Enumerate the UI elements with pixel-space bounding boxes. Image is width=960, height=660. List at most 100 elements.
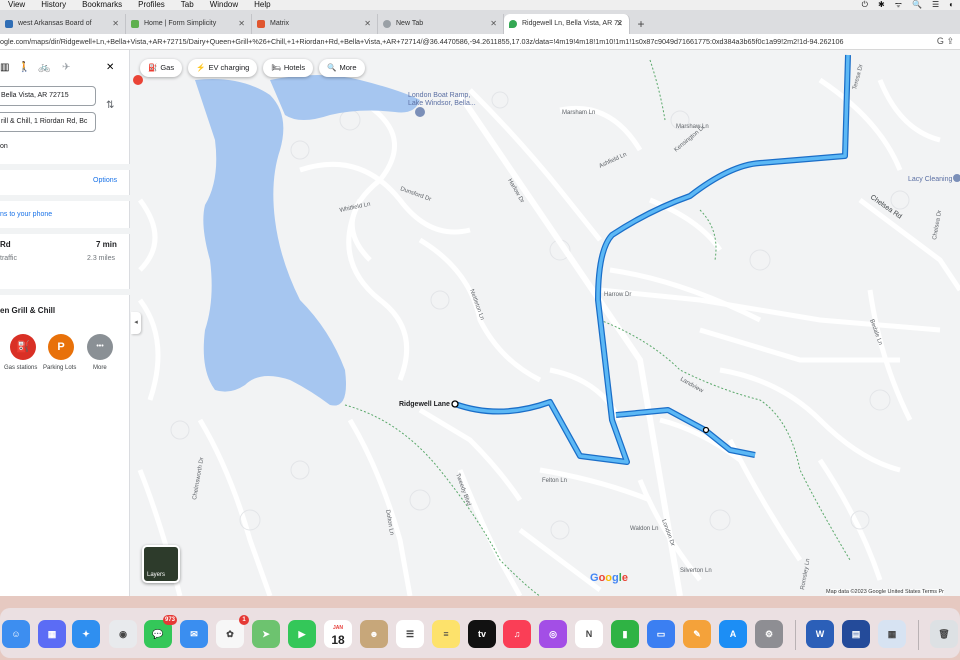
menu-view[interactable]: View [8, 0, 25, 10]
chip-hotels[interactable]: 🛏 Hotels [263, 59, 314, 77]
safari-icon[interactable]: ✦ [72, 620, 100, 648]
nearby-label-more[interactable]: More [93, 365, 107, 371]
menu-tab[interactable]: Tab [181, 0, 194, 10]
contacts-icon[interactable]: ☻ [360, 620, 388, 648]
menu-window[interactable]: Window [210, 0, 238, 10]
more-icon[interactable]: ••• [87, 334, 113, 360]
bluetooth-icon[interactable]: ✱ [878, 0, 885, 10]
parking-icon[interactable]: P [48, 334, 74, 360]
mail-icon[interactable]: ✉ [180, 620, 208, 648]
spotlight-icon[interactable]: 🔍 [912, 0, 922, 10]
nearby-label-gas[interactable]: Gas stations [4, 365, 37, 371]
appletv-icon[interactable]: tv [468, 620, 496, 648]
boat-ramp-label-2: Lake Windsor, Bella... [408, 100, 476, 107]
chip-ev-charging[interactable]: ⚡ EV charging [188, 59, 258, 77]
collapse-panel-button[interactable]: ◂ [131, 312, 141, 334]
street-label-waldon: Waldon Ln [630, 526, 658, 532]
address-bar[interactable]: ogle.com/maps/dir/Ridgewell+Ln,+Bella+Vi… [0, 34, 960, 50]
category-chips: ⛽ Gas ⚡ EV charging 🛏 Hotels 🔍 More [140, 59, 365, 77]
appstore-icon[interactable]: A [719, 620, 747, 648]
word-icon[interactable]: W [806, 620, 834, 648]
news-icon[interactable]: N [575, 620, 603, 648]
divider [0, 164, 130, 170]
origin-field[interactable]: Bella Vista, AR 72715 [0, 86, 96, 106]
chip-more[interactable]: 🔍 More [319, 59, 365, 77]
podcasts-icon[interactable]: ◎ [539, 620, 567, 648]
chrome-icon[interactable]: ◉ [109, 620, 137, 648]
control-center-icon[interactable]: ☰ [932, 0, 939, 10]
gas-icon[interactable]: ⛽ [10, 334, 36, 360]
tab-title: New Tab [396, 20, 424, 27]
ev-charging-icon: ⚡ [196, 63, 206, 72]
cycling-icon[interactable]: 🚲 [38, 62, 50, 73]
site-icon [257, 20, 265, 28]
tab-matrix[interactable]: Matrix ✕ [252, 14, 378, 34]
address-actions: G ⇪ [937, 36, 954, 47]
divider [0, 228, 130, 234]
destination-field[interactable]: rill & Chill, 1 Riordan Rd, Bc [0, 112, 96, 132]
tab-title: Matrix [270, 20, 290, 27]
maps-icon[interactable]: ➤ [252, 620, 280, 648]
google-g-icon[interactable]: G [937, 36, 944, 46]
transit-icon[interactable]: ▥ [0, 62, 9, 73]
facetime-icon[interactable]: ▶ [288, 620, 316, 648]
notes-icon[interactable]: ≡ [432, 620, 460, 648]
tab-ridgewell-maps[interactable]: Ridgewell Ln, Bella Vista, AR 72 ✕ [504, 14, 630, 34]
chip-gas[interactable]: ⛽ Gas [140, 59, 183, 77]
reminders-icon[interactable]: ☰ [396, 620, 424, 648]
menu-bookmarks[interactable]: Bookmarks [82, 0, 122, 10]
url-text[interactable]: ogle.com/maps/dir/Ridgewell+Ln,+Bella+Vi… [0, 37, 920, 46]
share-icon[interactable]: ⇪ [946, 36, 954, 46]
scanner-icon[interactable]: ▤ [842, 620, 870, 648]
tab-form-simplicity[interactable]: Home | Form Simplicity ✕ [126, 14, 252, 34]
pages-icon[interactable]: ✎ [683, 620, 711, 648]
layers-button[interactable]: Layers [142, 545, 180, 583]
tab-new-tab[interactable]: New Tab ✕ [378, 14, 504, 34]
menu-help[interactable]: Help [254, 0, 270, 10]
add-destination[interactable]: on [0, 143, 8, 150]
swap-icon[interactable]: ⇅ [106, 100, 114, 111]
lacy-cleaning-label: Lacy Cleaning [908, 176, 952, 183]
walking-icon[interactable]: 🚶 [18, 62, 30, 73]
close-icon[interactable]: ✕ [106, 62, 114, 73]
boat-ramp-label: London Boat Ramp, [408, 92, 470, 99]
close-icon[interactable]: ✕ [490, 14, 497, 34]
send-to-phone-link[interactable]: ns to your phone [0, 211, 52, 218]
keynote-icon[interactable]: ▭ [647, 620, 675, 648]
flight-icon[interactable]: ✈ [62, 62, 70, 73]
close-icon[interactable]: ✕ [364, 14, 371, 34]
wifi-icon[interactable]: ᯤ [895, 0, 902, 10]
photos-icon[interactable]: ✿ 1 [216, 615, 249, 648]
numbers-icon[interactable]: ▮ [611, 620, 639, 648]
maps-pin-icon [509, 20, 517, 28]
siri-icon[interactable]: ◐ [949, 0, 954, 10]
settings-icon[interactable]: ⚙ [755, 620, 783, 648]
messages-icon[interactable]: 💬 973 [144, 615, 177, 648]
nearby-label-parking[interactable]: Parking Lots [43, 365, 76, 371]
finder-icon[interactable]: ☺ [2, 620, 30, 648]
preview-icon[interactable]: ▦ [878, 620, 906, 648]
launchpad-icon[interactable]: ▦ [38, 620, 66, 648]
close-icon[interactable]: ✕ [238, 14, 245, 34]
options-button[interactable]: Options [93, 177, 117, 184]
menu-profiles[interactable]: Profiles [138, 0, 165, 10]
close-icon[interactable]: ✕ [112, 14, 119, 34]
site-icon [5, 20, 13, 28]
calendar-icon[interactable]: JAN 18 [324, 620, 352, 648]
street-label-silverton: Silverton Ln [680, 568, 712, 574]
trash-icon[interactable]: 🗑 [930, 620, 958, 648]
route-traffic: traffic [0, 255, 17, 262]
power-icon[interactable]: ⏻ [862, 0, 868, 10]
menu-history[interactable]: History [41, 0, 66, 10]
calendar-month: JAN [332, 625, 343, 631]
route-name[interactable]: Rd [0, 240, 11, 249]
map-canvas[interactable]: Marsham Ln Ashfield Ln Marshaw Ln Kensin… [130, 50, 960, 596]
music-icon[interactable]: ♫ [503, 620, 531, 648]
divider [0, 289, 130, 295]
hotel-icon: 🛏 [271, 63, 281, 72]
tab-arkansas-board[interactable]: west Arkansas Board of ✕ [0, 14, 126, 34]
new-tab-button[interactable]: + [630, 14, 652, 34]
map-attribution[interactable]: Map data ©2023 Google United States Term… [826, 589, 944, 595]
dock-separator [795, 620, 796, 650]
close-icon[interactable]: ✕ [616, 14, 623, 34]
